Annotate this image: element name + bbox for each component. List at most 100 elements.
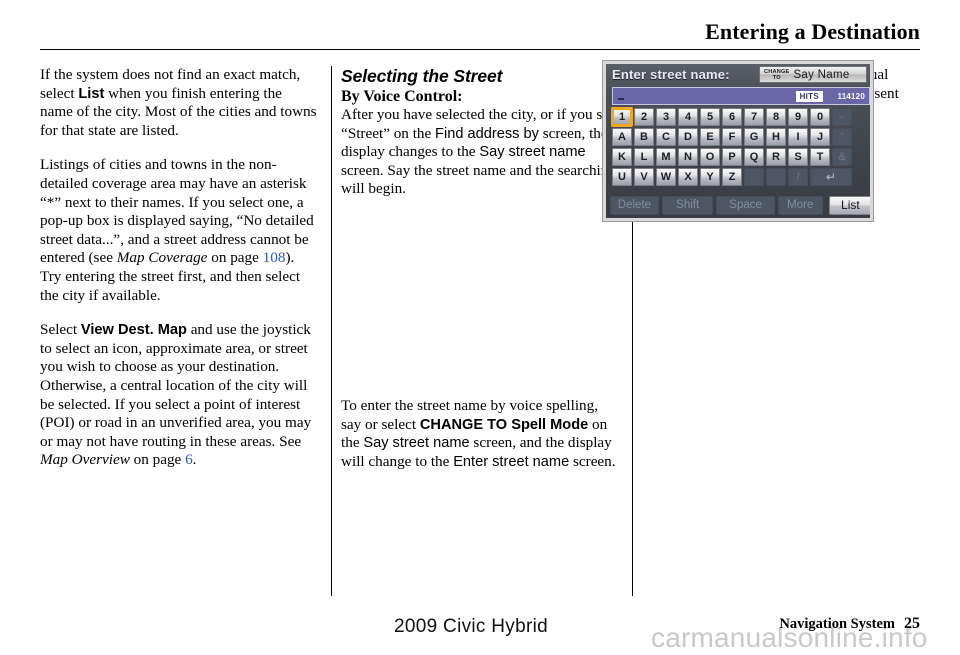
- keyboard-row-k-t: K L M N O P Q R S T &: [612, 148, 870, 166]
- screen-title: Enter street name:: [612, 67, 730, 82]
- hits-label: HITS: [795, 91, 823, 102]
- footer-section-and-page: Navigation System 25: [779, 615, 920, 633]
- key-z[interactable]: Z: [722, 168, 742, 186]
- screen-name-find-address-by: Find address by: [435, 125, 539, 142]
- on-screen-keyboard: 1 2 3 4 5 6 7 8 9 0 - A B C D E F G H I …: [611, 107, 870, 188]
- key-3[interactable]: 3: [656, 108, 676, 126]
- navigation-screen-figure: Enter street name: CHANGE TO Say Name HI…: [602, 60, 874, 222]
- space-button[interactable]: Space: [716, 195, 775, 215]
- ui-term-view-dest-map: View Dest. Map: [80, 322, 187, 339]
- manual-page: Entering a Destination If the system doe…: [0, 0, 960, 655]
- text-run: .: [192, 451, 197, 469]
- text-run: screen.: [569, 452, 616, 470]
- keyboard-function-row: Delete Shift Space More List: [610, 195, 870, 215]
- key-b[interactable]: B: [634, 128, 654, 146]
- footer-section-name: Navigation System: [779, 616, 895, 632]
- key-f[interactable]: F: [722, 128, 742, 146]
- key-i[interactable]: I: [788, 128, 808, 146]
- reference-map-coverage: Map Coverage: [116, 249, 208, 267]
- key-2[interactable]: 2: [634, 108, 654, 126]
- key-l[interactable]: L: [634, 148, 654, 166]
- change-to-line2: TO: [772, 74, 781, 81]
- key-w[interactable]: W: [656, 168, 676, 186]
- text-run: on page: [129, 451, 186, 469]
- key-c[interactable]: C: [656, 128, 676, 146]
- paragraph-list-instruction: If the system does not find an exact mat…: [40, 66, 317, 140]
- key-4[interactable]: 4: [678, 108, 698, 126]
- key-ampersand[interactable]: &: [832, 148, 852, 166]
- text-run: on page: [207, 249, 263, 267]
- hits-count: 114120: [837, 92, 865, 101]
- key-j[interactable]: J: [810, 128, 830, 146]
- key-0[interactable]: 0: [810, 108, 830, 126]
- keyboard-row-u-z: U V W X Y Z / ↵: [612, 168, 870, 186]
- key-e[interactable]: E: [700, 128, 720, 146]
- key-p[interactable]: P: [722, 148, 742, 166]
- key-x[interactable]: X: [678, 168, 698, 186]
- key-v[interactable]: V: [634, 168, 654, 186]
- footer-page-number: 25: [904, 615, 920, 632]
- section-heading-selecting-the-street: Selecting the Street: [341, 66, 503, 86]
- key-a[interactable]: A: [612, 128, 632, 146]
- key-h[interactable]: H: [766, 128, 786, 146]
- key-8[interactable]: 8: [766, 108, 786, 126]
- footer-model-name: 2009 Civic Hybrid: [394, 616, 548, 637]
- key-u[interactable]: U: [612, 168, 632, 186]
- keyboard-row-a-j: A B C D E F G H I J ': [612, 128, 870, 146]
- column-divider-left: [331, 66, 332, 596]
- page-link-108[interactable]: 108: [263, 249, 286, 266]
- key-9[interactable]: 9: [788, 108, 808, 126]
- enter-key-icon[interactable]: ↵: [810, 168, 852, 186]
- street-name-input[interactable]: HITS 114120: [612, 87, 870, 105]
- key-blank-1: [744, 168, 764, 186]
- key-o[interactable]: O: [700, 148, 720, 166]
- column-middle: Selecting the Street By Voice Control: A…: [341, 66, 618, 596]
- key-apostrophe[interactable]: ': [832, 128, 852, 146]
- enter-street-name-screen: Enter street name: CHANGE TO Say Name HI…: [606, 64, 870, 218]
- key-k[interactable]: K: [612, 148, 632, 166]
- key-blank-2: [766, 168, 786, 186]
- text-run: screen. Say the street name and the sear…: [341, 161, 616, 198]
- shift-button[interactable]: Shift: [661, 195, 714, 215]
- ui-term-change-to-spell-mode: CHANGE TO Spell Mode: [419, 416, 589, 433]
- text-run: and use the joystick to select an icon, …: [40, 321, 312, 450]
- more-button[interactable]: More: [777, 195, 823, 215]
- keyboard-row-numbers: 1 2 3 4 5 6 7 8 9 0 -: [611, 107, 870, 127]
- key-m[interactable]: M: [656, 148, 676, 166]
- key-q[interactable]: Q: [744, 148, 764, 166]
- screen-title-bar: Enter street name: CHANGE TO Say Name: [606, 64, 870, 86]
- key-slash[interactable]: /: [788, 168, 808, 186]
- key-6[interactable]: 6: [722, 108, 742, 126]
- reference-map-overview: Map Overview: [40, 451, 130, 469]
- subsection-heading-by-voice-control: By Voice Control:: [341, 88, 463, 105]
- screen-name-enter-street-name: Enter street name: [453, 453, 570, 470]
- paragraph-view-dest-map: Select View Dest. Map and use the joysti…: [40, 321, 317, 470]
- key-r[interactable]: R: [766, 148, 786, 166]
- key-1[interactable]: 1: [611, 107, 633, 127]
- text-cursor: [618, 98, 624, 100]
- delete-button[interactable]: Delete: [610, 195, 659, 215]
- key-d[interactable]: D: [678, 128, 698, 146]
- say-name-label: Say Name: [793, 68, 850, 81]
- paragraph-non-detailed-coverage: Listings of cities and towns in the non-…: [40, 156, 317, 305]
- column-left: If the system does not find an exact mat…: [40, 66, 317, 596]
- key-y[interactable]: Y: [700, 168, 720, 186]
- paragraph-voice-control-intro: After you have selected the city, or if …: [341, 106, 618, 199]
- change-to-say-name-button[interactable]: CHANGE TO Say Name: [759, 66, 867, 83]
- screen-name-say-street-name-2: Say street name: [363, 435, 470, 452]
- page-title: Entering a Destination: [705, 19, 920, 44]
- key-t[interactable]: T: [810, 148, 830, 166]
- list-button[interactable]: List: [828, 195, 870, 215]
- key-7[interactable]: 7: [744, 108, 764, 126]
- key-hyphen[interactable]: -: [832, 108, 852, 126]
- header-divider-rule: [40, 49, 920, 51]
- column-spacer: [341, 215, 618, 397]
- key-g[interactable]: G: [744, 128, 764, 146]
- text-run: Select: [40, 321, 81, 339]
- key-n[interactable]: N: [678, 148, 698, 166]
- key-s[interactable]: S: [788, 148, 808, 166]
- page-link-6[interactable]: 6: [185, 451, 193, 468]
- key-5[interactable]: 5: [700, 108, 720, 126]
- change-to-label: CHANGE TO: [764, 69, 789, 81]
- screen-name-say-street-name: Say street name: [479, 144, 586, 161]
